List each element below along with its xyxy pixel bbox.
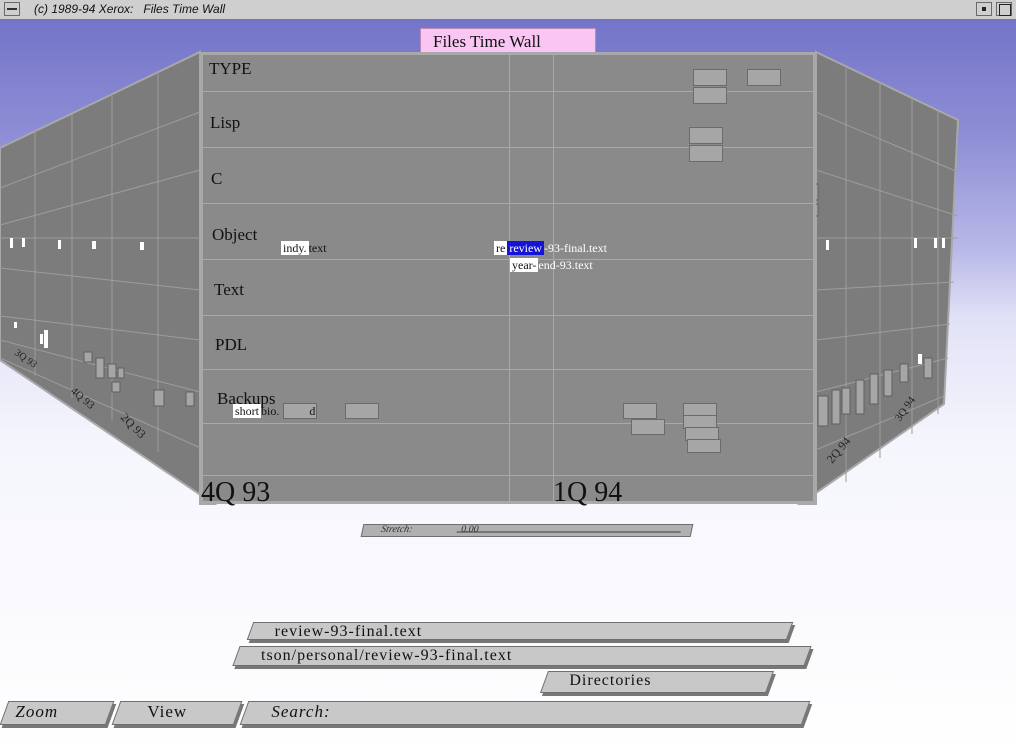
file-block[interactable] [689,127,723,144]
quarter-divider [553,55,554,501]
zoom-label: Zoom [15,702,59,721]
file-shortbio[interactable]: short bio. d [233,404,315,419]
stretch-track[interactable] [456,531,681,533]
selected-name-field[interactable]: review-93-final.text [246,622,794,640]
file-block[interactable] [689,145,723,162]
file-name-highlight: short [233,404,261,418]
maximize-button[interactable] [996,2,1012,16]
stretch-slider[interactable]: Stretch: 0.00 [360,524,694,537]
file-block[interactable] [747,69,781,86]
files-time-wall-banner: Files Time Wall [420,28,596,54]
window-menu-button[interactable] [4,2,20,16]
row-label-object: Object [212,225,258,244]
quarter-label-1q94: 1Q 94 [553,477,623,508]
maximize-icon [999,4,1011,16]
file-year-end-93-text[interactable]: year-end-93.text [510,258,593,273]
perspective-wall-scene[interactable]: 3Q 93 4Q 93 2Q 93 2Q 94 3Q 94 Files Time… [0,20,1016,756]
row-divider [203,315,813,316]
row-divider [203,475,813,476]
file-block[interactable] [631,419,665,435]
row-divider [203,203,813,204]
file-name-rest: -93-final.text [543,241,607,255]
row-label-text: Text [214,280,244,299]
file-name-rest: bio. [261,404,280,418]
zoom-button[interactable]: Zoom [0,701,115,725]
file-block[interactable] [623,403,657,419]
file-indy-text[interactable]: indy. text [281,241,327,256]
row-label-lisp: Lisp [210,113,241,132]
file-block[interactable] [693,69,727,86]
row-divider [203,259,813,260]
file-block[interactable] [693,87,727,104]
file-name-tail: d [309,404,316,418]
file-name-highlight: year- [510,258,539,272]
stretch-value: 0.00 [460,524,480,535]
selected-path-field[interactable]: tson/personal/review-93-final.text [232,646,812,666]
minimize-icon [982,7,986,11]
file-name-rest: end-93.text [538,258,593,272]
window-titlebar: (c) 1989-94 Xerox: Files Time Wall [0,0,1016,20]
view-label: View [147,702,188,721]
file-name-highlight: indy. [281,241,309,255]
search-field[interactable]: Search: [239,701,811,725]
center-wall-panel[interactable]: TYPE Lisp C Object Text PDL Backups 4Q 9… [200,52,816,508]
selected-name-text: review-93-final.text [274,623,423,640]
row-divider [203,369,813,370]
left-wall-panel [0,50,218,505]
quarter-divider [509,55,510,501]
window-title: (c) 1989-94 Xerox: Files Time Wall [34,2,226,16]
file-name-prefix: re [494,241,508,255]
selected-path-text: tson/personal/review-93-final.text [261,647,513,664]
file-block[interactable] [687,439,721,453]
stretch-label: Stretch: [380,524,414,535]
quarter-label-4q93: 4Q 93 [201,477,271,508]
row-divider [203,423,813,424]
search-label: Search: [271,702,331,721]
file-name-rest: text [308,241,327,255]
view-button[interactable]: View [111,701,243,725]
type-header: TYPE [209,59,252,78]
directories-label: Directories [569,672,652,689]
row-label-c: C [211,169,223,188]
minimize-button[interactable] [976,2,992,16]
directories-button[interactable]: Directories [539,671,775,693]
file-review-93-final-text[interactable]: re review -93-final.text [494,241,607,256]
file-name-selected: review [507,241,544,255]
row-label-pdl: PDL [215,335,248,354]
file-block[interactable] [345,403,379,419]
right-wall-panel [796,50,960,505]
